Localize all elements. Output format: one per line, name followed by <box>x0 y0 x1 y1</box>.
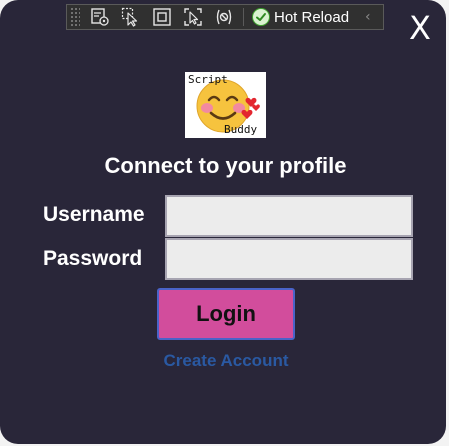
password-field[interactable] <box>165 238 413 280</box>
binding-failures-icon[interactable] <box>213 6 235 28</box>
password-label: Password <box>43 247 143 270</box>
hot-reload-check-icon <box>252 8 270 26</box>
logo-text-script: Script <box>188 73 228 86</box>
display-layout-icon[interactable] <box>151 6 173 28</box>
collapse-chevron-icon[interactable]: ‹ <box>365 9 371 25</box>
toolbar-separator <box>243 8 244 26</box>
xaml-debug-toolbar: Hot Reload ‹ <box>66 4 384 30</box>
page-title: Connect to your profile <box>104 153 347 178</box>
username-label: Username <box>43 203 145 226</box>
username-field[interactable] <box>165 195 413 237</box>
logo-text-buddy: Buddy <box>224 123 257 136</box>
hot-reload-status[interactable]: Hot Reload <box>252 8 349 26</box>
create-account-link[interactable]: Create Account <box>0 349 446 373</box>
login-window: Hot Reload ‹ X Script Buddy Connect to y… <box>0 0 446 444</box>
login-button[interactable]: Login <box>157 288 295 340</box>
select-element-icon[interactable] <box>89 6 111 28</box>
toolbar-grip-icon[interactable] <box>70 7 80 27</box>
close-button[interactable]: X <box>404 8 436 48</box>
hot-reload-label: Hot Reload <box>274 8 350 26</box>
pointer-icon[interactable] <box>120 6 142 28</box>
script-buddy-logo: Script Buddy <box>185 72 266 138</box>
track-focus-icon[interactable] <box>182 6 204 28</box>
